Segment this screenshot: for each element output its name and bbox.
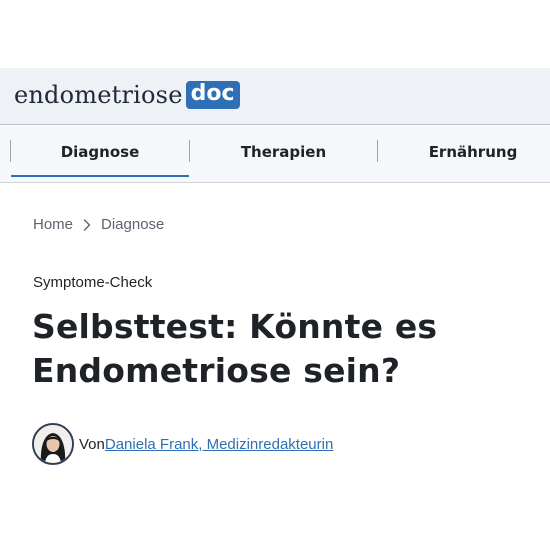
avatar: [32, 423, 74, 465]
author-prefix: Von: [79, 435, 105, 453]
breadcrumb: Home Diagnose: [33, 216, 164, 233]
tab-diagnose[interactable]: Diagnose: [11, 126, 189, 177]
logo-badge: doc: [185, 81, 240, 109]
breadcrumb-home[interactable]: Home: [33, 216, 73, 233]
author-byline: Von Daniela Frank, Medizinredakteurin: [32, 423, 333, 465]
title-line-2: Endometriose sein?: [32, 351, 401, 390]
tab-therapien[interactable]: Therapien: [190, 126, 377, 177]
page-title: Selbsttest: Könnte es Endometriose sein?: [32, 305, 532, 393]
breadcrumb-current[interactable]: Diagnose: [101, 216, 164, 233]
tab-ernaehrung[interactable]: Ernährung: [378, 126, 550, 177]
chevron-right-icon: [83, 218, 91, 231]
author-link[interactable]: Daniela Frank, Medizinredakteurin: [105, 436, 333, 453]
site-header: endometriose doc: [0, 68, 550, 125]
article-kicker: Symptome-Check: [33, 274, 153, 291]
tab-label: Therapien: [240, 142, 327, 161]
main-navigation: Diagnose Therapien Ernährung: [0, 126, 550, 183]
site-logo[interactable]: endometriose doc: [14, 77, 240, 113]
tab-label: Diagnose: [60, 142, 140, 161]
logo-text: endometriose: [14, 81, 183, 109]
title-line-1: Selbsttest: Könnte es: [32, 307, 438, 346]
tab-label: Ernährung: [428, 142, 518, 161]
page: endometriose doc Diagnose Therapien Ernä…: [0, 0, 550, 550]
